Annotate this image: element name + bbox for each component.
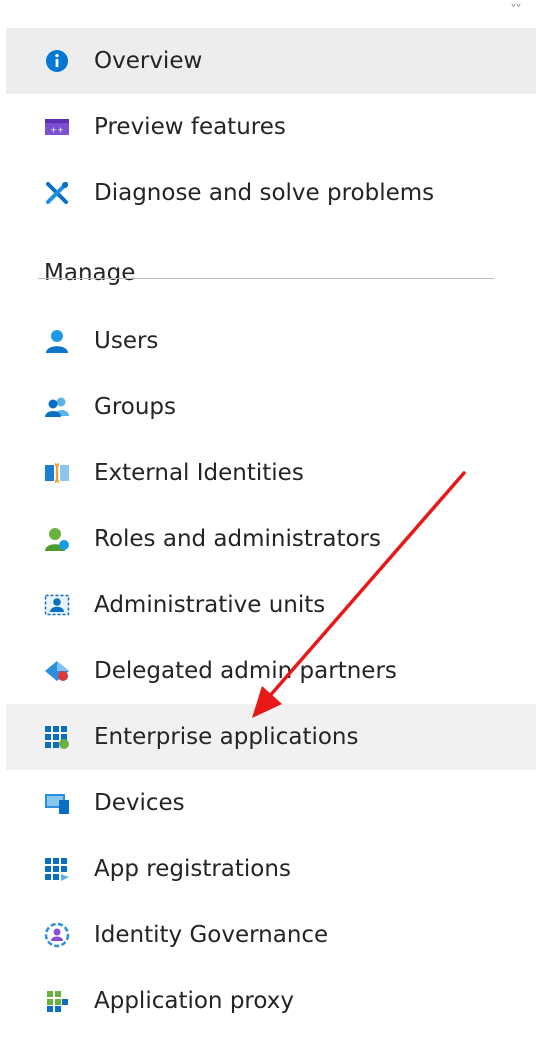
app-registrations-icon [44, 856, 70, 882]
nav-item-administrative-units[interactable]: Administrative units [6, 572, 536, 638]
nav-item-label: App registrations [94, 856, 291, 882]
nav-item-label: Administrative units [94, 592, 326, 618]
nav-item-label: Overview [94, 48, 203, 74]
nav-item-devices[interactable]: Devices [6, 770, 536, 836]
nav-item-label: Roles and administrators [94, 526, 381, 552]
nav-item-label: Preview features [94, 114, 286, 140]
nav-item-label: Users [94, 328, 159, 354]
nav-item-identity-governance[interactable]: Identity Governance [6, 902, 536, 968]
application-proxy-icon [44, 988, 70, 1014]
nav-item-label: Diagnose and solve problems [94, 180, 435, 206]
devices-icon [44, 790, 70, 816]
nav-item-overview[interactable]: Overview [6, 28, 536, 94]
manage-section-header: Manage [6, 226, 536, 308]
nav-item-label: Identity Governance [94, 922, 329, 948]
nav-item-app-registrations[interactable]: App registrations [6, 836, 536, 902]
nav-item-label: Application proxy [94, 988, 294, 1014]
nav-item-label: Enterprise applications [94, 724, 359, 750]
groups-icon [44, 394, 70, 420]
external-identities-icon [44, 460, 70, 486]
admin-units-icon [44, 592, 70, 618]
collapse-icon[interactable]: ˅˅ [510, 4, 522, 18]
nav-item-enterprise-applications[interactable]: Enterprise applications [6, 704, 536, 770]
nav-item-groups[interactable]: Groups [6, 374, 536, 440]
delegated-admin-icon [44, 658, 70, 684]
nav-item-label: Devices [94, 790, 185, 816]
wrench-icon [44, 180, 70, 206]
section-title: Manage [44, 260, 136, 286]
nav-item-label: Delegated admin partners [94, 658, 397, 684]
nav-item-label: Groups [94, 394, 177, 420]
roles-icon [44, 526, 70, 552]
nav-item-application-proxy[interactable]: Application proxy [6, 968, 536, 1034]
svg-text:++: ++ [50, 126, 63, 135]
enterprise-apps-icon [44, 724, 70, 750]
user-icon [44, 328, 70, 354]
preview-icon: ++ [44, 114, 70, 140]
nav-item-delegated-admin-partners[interactable]: Delegated admin partners [6, 638, 536, 704]
identity-governance-icon [44, 922, 70, 948]
nav-item-users[interactable]: Users [6, 308, 536, 374]
info-icon [44, 48, 70, 74]
sidebar-nav: Overview ++ Preview features Diagnose an… [6, 28, 536, 1034]
section-divider [38, 278, 494, 279]
nav-item-roles[interactable]: Roles and administrators [6, 506, 536, 572]
nav-item-label: External Identities [94, 460, 304, 486]
nav-item-diagnose[interactable]: Diagnose and solve problems [6, 160, 536, 226]
nav-item-preview-features[interactable]: ++ Preview features [6, 94, 536, 160]
nav-item-external-identities[interactable]: External Identities [6, 440, 536, 506]
